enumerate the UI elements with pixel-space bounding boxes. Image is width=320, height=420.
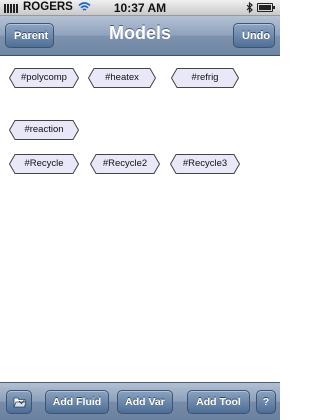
folder-open-icon	[13, 397, 27, 408]
model-node[interactable]: #Recycle2	[89, 154, 161, 174]
model-node-label: #reaction	[24, 124, 64, 135]
status-bar: ROGERS 10:37 AM	[0, 0, 280, 16]
bluetooth-icon	[246, 1, 254, 16]
model-node[interactable]: #Recycle3	[169, 154, 241, 174]
model-node-label: #polycomp	[21, 72, 67, 83]
battery-icon	[257, 3, 275, 12]
model-node[interactable]: #polycomp	[8, 68, 80, 88]
open-folder-button[interactable]	[6, 390, 32, 414]
undo-button[interactable]: Undo	[233, 23, 275, 48]
navigation-bar: Parent Models Undo	[0, 16, 280, 56]
model-node-label: #heatex	[105, 72, 139, 83]
model-node[interactable]: #reaction	[8, 120, 80, 140]
add-var-button[interactable]: Add Var	[117, 390, 173, 414]
models-canvas: #polycomp #heatex #refrig #reaction #Rec…	[0, 56, 280, 382]
model-node[interactable]: #Recycle	[8, 154, 80, 174]
help-button[interactable]: ?	[256, 390, 276, 414]
model-node-label: #Recycle	[24, 158, 64, 169]
status-time: 10:37 AM	[113, 1, 167, 15]
model-node-label: #refrig	[191, 72, 219, 83]
model-node[interactable]: #heatex	[87, 68, 157, 88]
add-fluid-button[interactable]: Add Fluid	[45, 390, 109, 414]
bottom-toolbar: Add Fluid Add Var Add Tool ?	[0, 382, 280, 420]
model-node[interactable]: #refrig	[170, 68, 240, 88]
model-node-label: #Recycle3	[182, 158, 228, 169]
model-node-label: #Recycle2	[102, 158, 148, 169]
add-tool-button[interactable]: Add Tool	[187, 390, 250, 414]
